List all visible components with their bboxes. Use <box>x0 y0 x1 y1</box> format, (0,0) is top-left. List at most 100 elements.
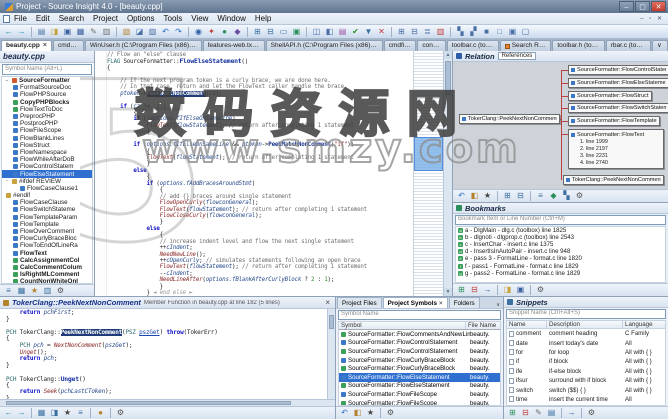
tab-close-icon[interactable]: × <box>43 41 47 51</box>
settings-gear-icon[interactable]: ⚙ <box>385 407 397 419</box>
relation-reference[interactable]: 1. line 1999 <box>571 139 661 146</box>
symbol-item[interactable]: #endif <box>2 192 92 199</box>
relation-node[interactable]: SourceFormatter::FlowTemplate <box>568 116 660 126</box>
properties-icon[interactable]: ▤ <box>546 407 558 419</box>
edit-snippet-icon[interactable]: ✎ <box>533 407 545 419</box>
redo-icon[interactable]: ↷ <box>173 26 185 38</box>
symbol-row[interactable]: SourceFormatter::FlowFileScopebeauty. <box>339 399 500 406</box>
symbol-row[interactable]: SourceFormatter::FlowElseStatementbeauty… <box>339 373 500 382</box>
relation-reference[interactable]: 3. line 2231 <box>571 153 661 160</box>
maximize-button[interactable]: ▢ <box>635 1 650 12</box>
forward-icon[interactable]: → <box>16 407 28 419</box>
tab-close-icon[interactable]: × <box>439 300 443 307</box>
settings-gear-icon[interactable]: ⚙ <box>55 285 67 297</box>
back-icon[interactable]: ← <box>3 26 15 38</box>
floating-view-icon[interactable]: ◨ <box>49 407 61 419</box>
context-body[interactable]: return pchFirst;} PCH TokerClang::PeekNe… <box>0 309 335 399</box>
relation-node[interactable]: TokerClang::PeekNextNonComment <box>563 175 664 185</box>
tab-rbar-c-toolbox-[interactable]: rbar.c (toolbox) <box>606 40 651 51</box>
tab-folders[interactable]: Folders <box>449 297 480 308</box>
view-graph-icon[interactable]: ◆ <box>548 190 560 202</box>
symbol-item[interactable]: FlowToEndOfLineRa <box>2 242 92 249</box>
symbol-name-input[interactable]: Symbol Name <box>338 310 501 320</box>
symbol-item[interactable]: FlowTextToDoc <box>2 106 92 113</box>
symbol-item[interactable]: FlowCaseClause <box>2 199 92 206</box>
favorites-icon[interactable]: ★ <box>62 407 74 419</box>
view-outline-icon[interactable]: ≡ <box>535 190 547 202</box>
refresh-icon[interactable]: ↶ <box>339 407 351 419</box>
go-down-icon[interactable]: ▼ <box>363 26 375 38</box>
win-split-b-icon[interactable]: ▞ <box>468 26 480 38</box>
menu-edit[interactable]: Edit <box>36 14 50 23</box>
symbol-row[interactable]: SourceFormatter::FlowCurlyBraceBlockbeau… <box>339 356 500 365</box>
snippet-list[interactable]: commentcomment headingC Familydateinsert… <box>506 329 666 406</box>
forward-icon[interactable]: → <box>16 26 28 38</box>
open-file-icon[interactable]: ◨ <box>49 26 61 38</box>
tab-beauty-cpp[interactable]: beauty.cpp× <box>1 40 52 51</box>
minimize-button[interactable]: – <box>619 1 634 12</box>
relation-reference[interactable]: 4. line 2740 <box>571 160 661 167</box>
cut-icon[interactable]: ▧ <box>121 26 133 38</box>
symbol-row[interactable]: SourceFormatter::FlowCurlyBraceBlockbeau… <box>339 364 500 373</box>
scroll-up-arrow[interactable]: ▲ <box>444 51 452 59</box>
column-symbol[interactable]: Symbol <box>339 322 466 329</box>
tab-toolbar-h-toolbox-[interactable]: toolbar.h (toolbox) <box>552 40 604 51</box>
symbol-item[interactable]: CopyPHPBlocks <box>2 99 92 106</box>
docked-view-icon[interactable]: ▦ <box>36 407 48 419</box>
symbol-item[interactable]: CalcCommentColum <box>2 264 92 271</box>
snippet-row[interactable]: switchswitch ($$) { }All with { } <box>507 385 665 394</box>
symbols-list[interactable]: SourceFormatter::FlowCommentsAndNewLineb… <box>338 330 501 406</box>
indent-left-icon[interactable]: ⊞ <box>396 26 408 38</box>
relation-mode-button[interactable]: References <box>498 52 537 60</box>
editor-vertical-scrollbar[interactable]: ▲ ▼ <box>443 51 452 296</box>
win-split-a-icon[interactable]: ▚ <box>455 26 467 38</box>
new-file-icon[interactable]: ▤ <box>36 26 48 38</box>
relation-node[interactable]: SourceFormatter::FlowStruct <box>568 91 652 101</box>
tab-winuser-h-c-program-files-x86-include-[interactable]: WinUser.h (C:\Program Files (x86)\...\in… <box>85 40 202 51</box>
menu-window[interactable]: Window <box>217 14 245 23</box>
column-description[interactable]: Description <box>547 321 623 328</box>
tab-cmdfind-c[interactable]: cmdfind.c <box>384 40 417 51</box>
tab-project-symbols[interactable]: Project Symbols× <box>383 297 448 308</box>
relation-canvas[interactable]: SourceFormatter::FlowControlStatemSource… <box>453 62 668 189</box>
snippet-row[interactable]: commentcomment headingC Family <box>507 329 665 338</box>
symbol-item[interactable]: FlowPHPSource <box>2 91 92 98</box>
add-bookmark-icon[interactable]: ⊞ <box>456 284 468 296</box>
bookmark-item[interactable]: ff - pass1 - FormatLine - format.c line … <box>456 262 665 269</box>
symbol-item[interactable]: FlowElseStatement <box>2 170 92 177</box>
beautify-icon[interactable]: ▥ <box>435 26 447 38</box>
symbol-item[interactable]: FlowBlankLines <box>2 135 92 142</box>
tab--[interactable]: ∨ <box>652 40 668 51</box>
tab-search-results[interactable]: Search Results <box>500 40 552 51</box>
symbol-window-icon[interactable]: ⊞ <box>252 26 264 38</box>
symbol-filter-input[interactable]: Symbol Name (Alt+L) <box>2 64 92 75</box>
symbol-item[interactable]: IsRightMLComment <box>2 271 92 278</box>
bookmark-item[interactable]: dd - InsertIsInAutoPair - insert.c line … <box>456 248 665 255</box>
tab-cmdsel-c[interactable]: cmdsel.c <box>53 40 84 51</box>
mdi-window-controls[interactable]: – ▫ ✕ <box>640 15 664 22</box>
relation-node[interactable]: SourceFormatter::FlowControlStatem <box>568 65 668 75</box>
close-button[interactable]: ✕ <box>651 1 666 12</box>
editor-minimap[interactable] <box>413 51 443 296</box>
format-icon[interactable]: ≣ <box>422 26 434 38</box>
menu-help[interactable]: Help <box>255 14 271 23</box>
print-icon[interactable]: ▥ <box>101 26 113 38</box>
lock-icon[interactable]: ◧ <box>469 190 481 202</box>
symbol-tree[interactable]: −SourceFormatterFormatSourceDocFlowPHPSo… <box>1 76 93 284</box>
favorites-icon[interactable]: ★ <box>482 190 494 202</box>
win-cascade-icon[interactable]: ▢ <box>520 26 532 38</box>
symbol-item[interactable]: CalcAssignmentCol <box>2 257 92 264</box>
symbol-item[interactable]: FlowControlStatem <box>2 163 92 170</box>
snippet-row[interactable]: forfor loopAll with { } <box>507 348 665 357</box>
relation-reference[interactable]: 2. line 2197 <box>571 146 661 153</box>
lock-icon[interactable]: ● <box>95 407 107 419</box>
tab-toolbar-c-toolbox-[interactable]: toolbar.c (toolbox) <box>447 40 499 51</box>
symbol-item[interactable]: FlowCurlyBraceBloc <box>2 235 92 242</box>
snippet-row[interactable]: ifsursurround with if blockAll with { } <box>507 376 665 385</box>
symbol-item[interactable]: FlowCaseClause1 <box>2 185 92 192</box>
context-horizontal-scrollbar[interactable] <box>0 399 335 406</box>
relation-root-node[interactable]: TokerClang::PeekNextNonComment <box>459 114 560 124</box>
bookmark-item[interactable]: aa - DlgMain - dlg.c (toolbox) line 1825 <box>456 227 665 234</box>
minimap-visible-region[interactable] <box>414 137 443 171</box>
win-tile-icon[interactable]: ▣ <box>507 26 519 38</box>
